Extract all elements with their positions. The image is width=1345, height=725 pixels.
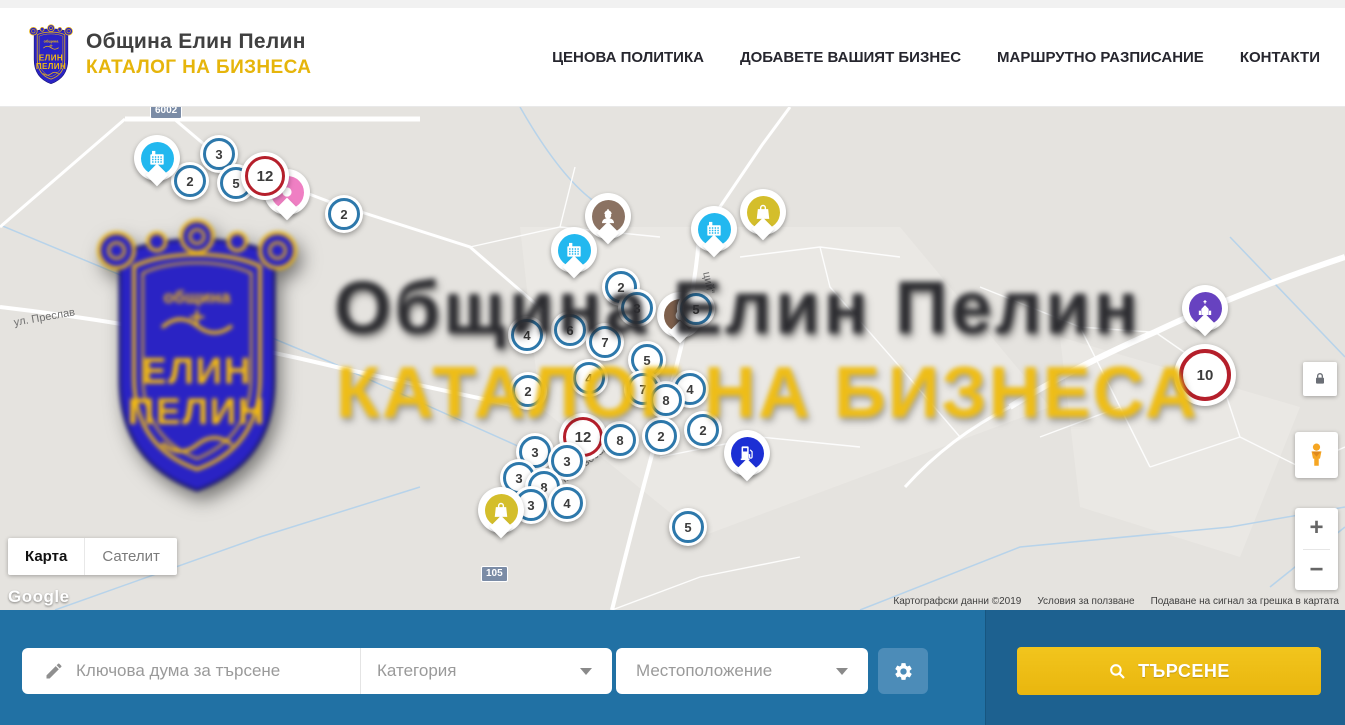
top-strip <box>0 0 1345 8</box>
google-map[interactable]: 6002105ул. Преславбул. „Новоселций“ 3251… <box>0 107 1345 610</box>
lock-icon <box>1312 371 1328 387</box>
zoom-in-button[interactable]: + <box>1295 508 1338 549</box>
search-fields-group: Категория <box>22 648 612 694</box>
category-pin-fuel[interactable] <box>724 430 770 492</box>
search-settings-button[interactable] <box>878 648 928 694</box>
category-pin-factory[interactable] <box>134 135 180 197</box>
cluster-marker[interactable]: 5 <box>677 290 715 328</box>
main-nav: ЦЕНОВА ПОЛИТИКА ДОБАВЕТЕ ВАШИЯТ БИЗНЕС М… <box>552 8 1320 107</box>
category-pin-church[interactable] <box>1182 285 1228 347</box>
nav-pricing-policy[interactable]: ЦЕНОВА ПОЛИТИКА <box>552 49 704 66</box>
cluster-marker[interactable]: 10 <box>1174 344 1236 406</box>
crest-icon: община ЕЛИН ПЕЛИН <box>28 23 74 87</box>
header: община ЕЛИН ПЕЛИН Община Елин Пелин КАТА… <box>0 8 1345 107</box>
crest-text-top: община <box>44 40 60 44</box>
pegman-icon <box>1303 440 1330 470</box>
location-select-label: Местоположение <box>636 661 772 681</box>
map-attribution: Картографски данни ©2019 Условия за полз… <box>893 596 1339 607</box>
category-pin-bag[interactable] <box>740 189 786 251</box>
category-select[interactable]: Категория <box>360 648 612 694</box>
pencil-icon <box>44 661 64 681</box>
attribution-report-error-link[interactable]: Подаване на сигнал за грешка в картата <box>1151 596 1339 607</box>
map-type-satellite-button[interactable]: Сателит <box>84 538 177 575</box>
search-button[interactable]: ТЪРСЕНЕ <box>1017 647 1321 695</box>
category-pin-factory[interactable] <box>691 206 737 268</box>
cluster-marker[interactable]: 2 <box>684 411 722 449</box>
cluster-marker[interactable]: 5 <box>669 508 707 546</box>
cluster-marker[interactable]: 8 <box>647 381 685 419</box>
location-select[interactable]: Местоположение <box>616 648 868 694</box>
page: община ЕЛИН ПЕЛИН Община Елин Пелин КАТА… <box>0 0 1345 725</box>
nav-route-schedule[interactable]: МАРШРУТНО РАЗПИСАНИЕ <box>997 49 1204 66</box>
cluster-marker[interactable]: 2 <box>325 195 363 233</box>
cluster-marker[interactable]: 6 <box>551 311 589 349</box>
lock-button[interactable] <box>1303 362 1337 396</box>
search-bar-right-panel: ТЪРСЕНЕ <box>985 610 1345 725</box>
keyword-field-wrap <box>22 648 360 694</box>
map-markers-layer: 32512223564754274812822333834510 <box>0 107 1345 610</box>
keyword-search-input[interactable] <box>76 661 306 681</box>
cluster-marker[interactable]: 12 <box>241 152 289 200</box>
map-type-control: Карта Сателит <box>8 538 177 575</box>
cluster-marker[interactable]: 4 <box>508 316 546 354</box>
category-select-label: Категория <box>377 661 456 681</box>
nav-contacts[interactable]: КОНТАКТИ <box>1240 49 1320 66</box>
cluster-marker[interactable]: 4 <box>570 359 608 397</box>
search-button-label: ТЪРСЕНЕ <box>1138 661 1230 682</box>
cluster-marker[interactable]: 2 <box>642 417 680 455</box>
zoom-control: + − <box>1295 508 1338 590</box>
municipality-logo[interactable]: община ЕЛИН ПЕЛИН <box>28 23 74 87</box>
search-bar: ТЪРСЕНЕ Категория Местоположение <box>0 610 1345 725</box>
attribution-copyright: Картографски данни ©2019 <box>893 596 1021 607</box>
cluster-marker[interactable]: 4 <box>548 484 586 522</box>
chevron-down-icon <box>836 668 848 675</box>
cluster-marker[interactable]: 7 <box>586 323 624 361</box>
category-pin-factory[interactable] <box>551 227 597 289</box>
brand: Община Елин Пелин КАТАЛОГ НА БИЗНЕСА <box>86 30 311 79</box>
search-icon <box>1108 662 1127 681</box>
crest-text-line2: ПЕЛИН <box>36 62 66 71</box>
site-title: Община Елин Пелин <box>86 30 311 54</box>
location-select-box: Местоположение <box>616 648 868 694</box>
zoom-out-button[interactable]: − <box>1295 550 1338 591</box>
cluster-marker[interactable]: 2 <box>509 372 547 410</box>
cluster-marker[interactable]: 8 <box>601 421 639 459</box>
map-type-map-button[interactable]: Карта <box>8 538 84 575</box>
category-pin-bag[interactable] <box>478 487 524 549</box>
google-logo[interactable]: Google <box>8 587 70 607</box>
attribution-terms-link[interactable]: Условия за ползване <box>1037 596 1134 607</box>
site-subtitle: КАТАЛОГ НА БИЗНЕСА <box>86 57 311 79</box>
crest-text-line1: ЕЛИН <box>39 53 63 62</box>
gear-icon <box>893 661 914 682</box>
nav-add-business[interactable]: ДОБАВЕТЕ ВАШИЯТ БИЗНЕС <box>740 49 961 66</box>
street-view-pegman-button[interactable] <box>1295 432 1338 478</box>
cluster-marker[interactable]: 3 <box>618 289 656 327</box>
chevron-down-icon <box>580 668 592 675</box>
